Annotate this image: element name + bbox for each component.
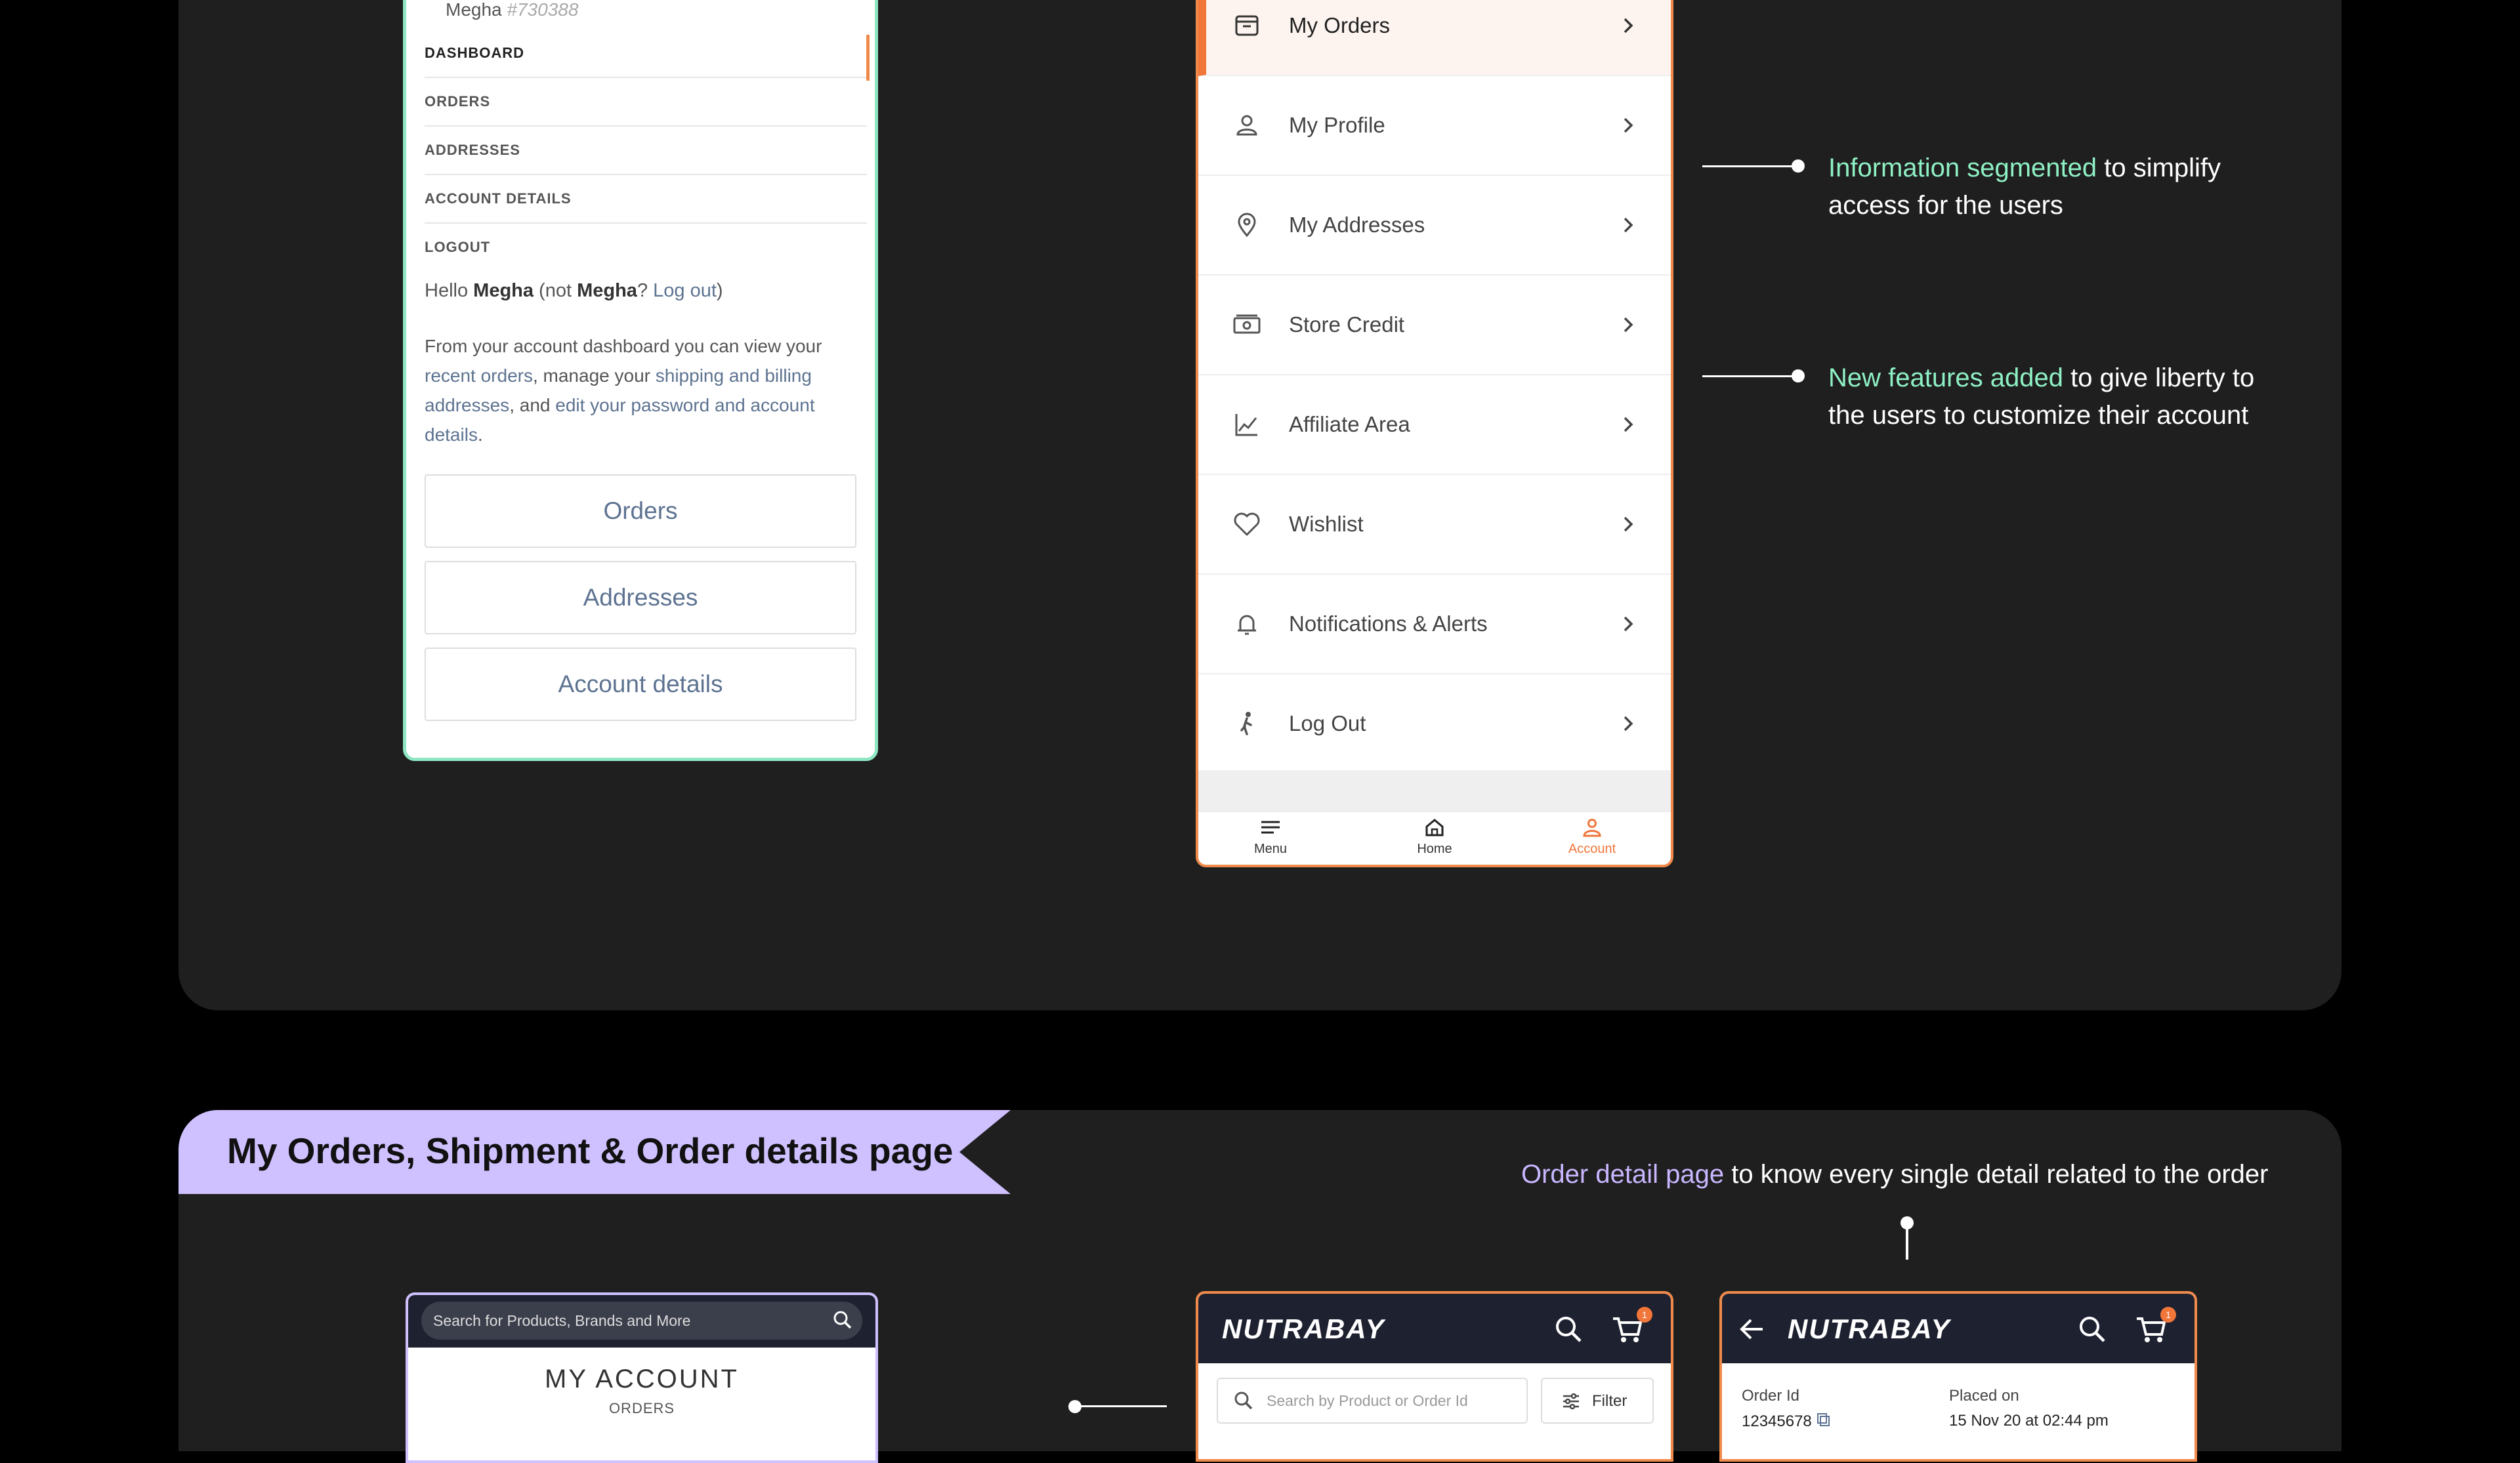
cash-icon <box>1231 309 1263 340</box>
menu-item-label: Notifications & Alerts <box>1289 611 1488 636</box>
chevron-right-icon <box>1618 212 1638 238</box>
nav-orders[interactable]: ORDERS <box>425 78 867 127</box>
dashboard-intro-text: From your account dashboard you can view… <box>425 336 822 445</box>
annotation-new-features: New features added to give liberty to the… <box>1828 363 2255 430</box>
orders-list-screen: NUTRABAY 1 Search by Product or Order Id… <box>1196 1291 1673 1462</box>
filter-sliders-icon <box>1561 1391 1582 1415</box>
menu-item-log-out[interactable]: Log Out <box>1198 674 1671 774</box>
bell-icon <box>1231 608 1263 640</box>
back-arrow-icon[interactable] <box>1736 1313 1773 1350</box>
walking-person-icon <box>1231 708 1263 739</box>
account-user-icon <box>1583 819 1601 837</box>
order-detail-screen: NUTRABAY 1 Order Id 12345678 Placed on 1… <box>1719 1291 2197 1462</box>
addresses-button[interactable]: Addresses <box>425 561 856 634</box>
chevron-right-icon <box>1618 12 1638 39</box>
nutrabay-logo[interactable]: NUTRABAY <box>1788 1313 1951 1345</box>
menu-item-my-addresses[interactable]: My Addresses <box>1198 176 1671 276</box>
hello-message: Hello Megha (not Megha? Log out) <box>425 280 723 301</box>
cart-count-badge: 1 <box>1637 1307 1652 1323</box>
menu-item-affiliate-area[interactable]: Affiliate Area <box>1198 375 1671 475</box>
bottom-nav-menu[interactable]: Menu <box>1205 817 1336 857</box>
nav-logout[interactable]: LOGOUT <box>425 224 867 271</box>
annotation-order-detail: Order detail page to know every single d… <box>1521 1160 2269 1189</box>
search-icon[interactable] <box>832 1309 853 1334</box>
page-subtitle: ORDERS <box>608 1400 675 1416</box>
menu-item-my-profile[interactable]: My Profile <box>1198 76 1671 176</box>
order-id-label: Order Id <box>1742 1387 1800 1405</box>
menu-item-store-credit[interactable]: Store Credit <box>1198 276 1671 375</box>
recent-orders-link[interactable]: recent orders <box>425 365 533 386</box>
menu-item-label: My Profile <box>1289 113 1385 137</box>
menu-item-label: Wishlist <box>1289 512 1364 536</box>
chevron-right-icon <box>1618 411 1638 438</box>
search-icon[interactable] <box>1550 1311 1587 1348</box>
orders-button[interactable]: Orders <box>425 474 856 548</box>
chevron-right-icon <box>1618 711 1638 737</box>
order-id-value: 12345678 <box>1742 1412 1832 1432</box>
app-header: NUTRABAY 1 <box>1198 1294 1671 1363</box>
chevron-right-icon <box>1618 511 1638 537</box>
logout-link[interactable]: Log out <box>653 280 717 301</box>
annotation-dot <box>1792 159 1805 173</box>
annotation-dot <box>1792 369 1805 382</box>
search-header: Search for Products, Brands and More <box>408 1295 875 1348</box>
search-icon[interactable] <box>2074 1311 2110 1348</box>
user-name: Megha <box>446 0 502 20</box>
chevron-right-icon <box>1618 611 1638 637</box>
my-account-orders-screen: Search for Products, Brands and More MY … <box>406 1292 878 1463</box>
heart-icon <box>1231 508 1263 540</box>
copy-icon[interactable] <box>1816 1412 1832 1432</box>
product-search-input[interactable]: Search for Products, Brands and More <box>421 1302 862 1340</box>
user-icon <box>1231 110 1263 141</box>
location-pin-icon <box>1231 209 1263 241</box>
screen-spacer <box>1198 770 1671 811</box>
search-icon <box>1232 1390 1255 1415</box>
menu-item-my-orders[interactable]: My Orders <box>1198 0 1671 76</box>
user-name-line: Megha #730388 <box>446 0 578 20</box>
bottom-nav-home[interactable]: Home <box>1369 817 1500 857</box>
menu-item-label: Log Out <box>1289 711 1366 735</box>
section-title: My Orders, Shipment & Order details page <box>227 1130 954 1171</box>
menu-item-label: Store Credit <box>1289 312 1405 337</box>
placed-on-label: Placed on <box>1949 1387 2019 1405</box>
page-title: MY ACCOUNT <box>545 1365 739 1393</box>
nutrabay-logo[interactable]: NUTRABAY <box>1222 1313 1385 1345</box>
chart-line-icon <box>1231 409 1263 440</box>
hamburger-icon <box>1261 821 1280 834</box>
annotation-connector <box>1906 1224 1908 1260</box>
annotation-information-segmented: Information segmented to simplify access … <box>1828 154 2221 220</box>
nav-account-details[interactable]: ACCOUNT DETAILS <box>425 175 867 224</box>
annotation-connector <box>1076 1405 1167 1407</box>
section-banner: My Orders, Shipment & Order details page <box>178 1110 1011 1194</box>
annotation-connector <box>1702 375 1801 377</box>
menu-item-label: My Addresses <box>1289 213 1425 237</box>
cart-count-badge: 1 <box>2160 1307 2176 1323</box>
menu-item-label: Affiliate Area <box>1289 412 1410 436</box>
account-details-button[interactable]: Account details <box>425 648 856 721</box>
menu-item-label: My Orders <box>1289 13 1391 37</box>
account-nav: DASHBOARD ORDERS ADDRESSES ACCOUNT DETAI… <box>425 30 870 271</box>
menu-item-notifications[interactable]: Notifications & Alerts <box>1198 575 1671 674</box>
bottom-navigation: Menu Home Account <box>1198 811 1671 865</box>
user-id: #730388 <box>507 0 579 20</box>
menu-item-wishlist[interactable]: Wishlist <box>1198 475 1671 575</box>
annotation-connector <box>1702 165 1801 167</box>
nav-dashboard[interactable]: DASHBOARD <box>425 30 870 81</box>
bottom-nav-account[interactable]: Account <box>1526 817 1658 857</box>
placed-on-value: 15 Nov 20 at 02:44 pm <box>1949 1412 2109 1430</box>
nav-addresses[interactable]: ADDRESSES <box>425 127 867 175</box>
old-dashboard-screen: Megha #730388 DASHBOARD ORDERS ADDRESSES… <box>403 0 878 761</box>
home-icon <box>1425 819 1444 836</box>
new-account-menu-screen: My Orders My Profile My Addresses Store … <box>1196 0 1673 867</box>
orders-box-icon <box>1231 10 1263 41</box>
chevron-right-icon <box>1618 312 1638 338</box>
app-header: NUTRABAY 1 <box>1722 1294 2194 1363</box>
chevron-right-icon <box>1618 112 1638 138</box>
